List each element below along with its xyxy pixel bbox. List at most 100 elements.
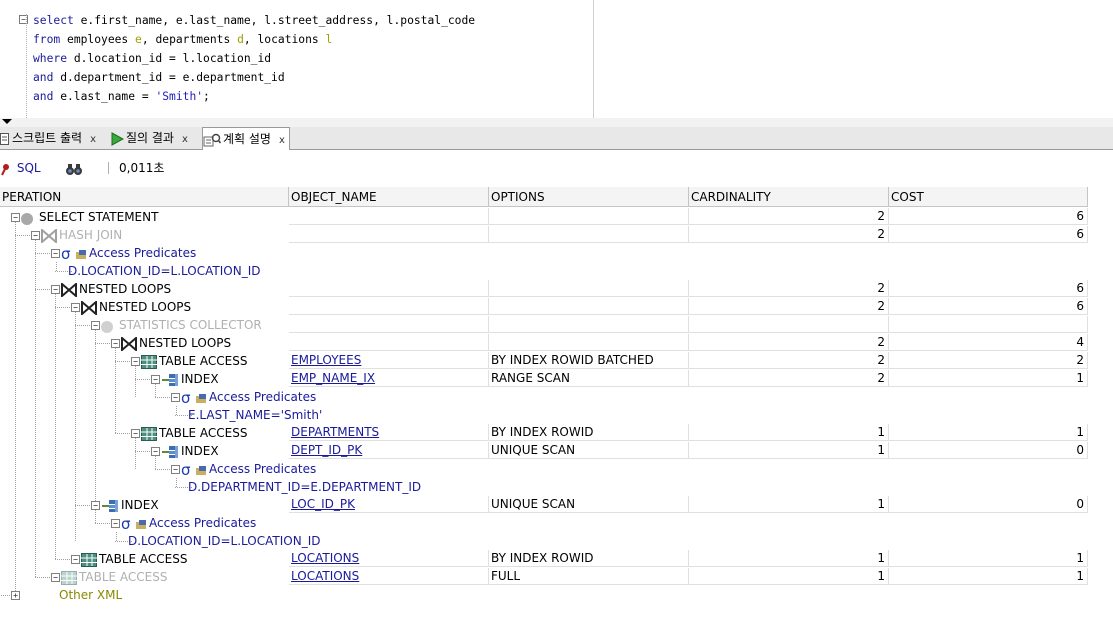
plan-row[interactable]: − TABLE ACCESS [0, 550, 289, 568]
plan-row[interactable]: D.DEPARTMENT_ID=E.DEPARTMENT_ID [0, 478, 421, 496]
collapse-icon[interactable]: − [11, 213, 20, 222]
code-line[interactable]: and e.last_name = 'Smith'; [33, 87, 210, 106]
collapse-icon[interactable]: − [171, 393, 180, 402]
object-link[interactable]: EMPLOYEES [291, 353, 361, 367]
object-link[interactable]: EMP_NAME_IX [291, 371, 375, 385]
collapse-icon[interactable]: − [131, 429, 140, 438]
options-cell [489, 226, 689, 243]
tab-script-output[interactable]: 스크립트 출력 x [0, 127, 96, 149]
code-token: select [33, 14, 74, 27]
plan-row[interactable]: + Other XML [0, 586, 289, 604]
sql-button[interactable]: SQL [0, 150, 41, 186]
collapse-icon[interactable]: − [91, 501, 100, 510]
plan-row[interactable]: − TABLE ACCESS [0, 568, 289, 586]
code-line[interactable]: and d.department_id = e.department_id [33, 68, 285, 87]
collapse-icon[interactable]: − [31, 231, 40, 240]
close-icon[interactable]: x [182, 134, 188, 145]
plan-row[interactable]: − NESTED LOOPS [0, 280, 289, 299]
cardinality-cell: 1 [689, 424, 889, 441]
sql-editor[interactable]: − select e.first_name, e.last_name, l.st… [0, 0, 1113, 118]
object-name-cell[interactable]: LOCATIONS [289, 550, 489, 567]
cardinality-cell: 2 [689, 370, 889, 387]
operation-dot-icon [21, 210, 33, 225]
plan-row[interactable]: − INDEX [0, 496, 289, 514]
plan-row[interactable]: − SELECT STATEMENT [0, 208, 289, 226]
collapse-icon[interactable]: − [71, 555, 80, 564]
explain-plan-grid[interactable]: PERATION OBJECT_NAME OPTIONS CARDINALITY… [0, 187, 1113, 617]
object-name-cell [289, 208, 489, 225]
object-name-cell[interactable]: DEPT_ID_PK [289, 442, 489, 459]
collapse-icon[interactable]: − [51, 249, 60, 258]
collapse-icon[interactable]: − [151, 375, 160, 384]
object-link[interactable]: DEPARTMENTS [291, 425, 379, 439]
plan-row[interactable]: − σ Access Predicates [0, 460, 316, 479]
cost-cell: 0 [889, 496, 1088, 513]
column-header-object-name[interactable]: OBJECT_NAME [289, 187, 489, 207]
cardinality-cell: 1 [689, 568, 889, 585]
expand-icon[interactable]: + [11, 591, 20, 600]
code-token: and [33, 71, 54, 84]
plan-row[interactable]: D.LOCATION_ID=L.LOCATION_ID [0, 262, 289, 280]
plan-row[interactable]: D.LOCATION_ID=L.LOCATION_ID [0, 532, 320, 550]
plan-row[interactable]: − σ Access Predicates [0, 514, 289, 533]
plan-row[interactable]: − TABLE ACCESS [0, 352, 289, 370]
plan-row[interactable]: − TABLE ACCESS [0, 424, 289, 442]
collapse-icon[interactable]: − [131, 357, 140, 366]
object-name-cell [289, 298, 489, 315]
tree-connector [176, 478, 177, 487]
column-header-options[interactable]: OPTIONS [489, 187, 689, 207]
predicate-label: Access Predicates [209, 462, 317, 476]
code-token: l [325, 33, 333, 46]
plan-row[interactable]: − INDEX [0, 442, 289, 460]
object-name-cell[interactable]: EMPLOYEES [289, 352, 489, 369]
operation-label: SELECT STATEMENT [39, 210, 159, 224]
tab-query-result[interactable]: 질의 결과 x [110, 127, 188, 149]
code-line[interactable]: where d.location_id = l.location_id [33, 49, 271, 68]
plan-row[interactable]: − σ Access Predicates [0, 244, 289, 263]
plan-row[interactable]: − NESTED LOOPS [0, 298, 289, 317]
code-line[interactable]: select e.first_name, e.last_name, l.stre… [33, 11, 475, 30]
column-header-cardinality[interactable]: CARDINALITY [689, 187, 889, 207]
plan-row[interactable]: − STATISTICS COLLECTOR [0, 316, 289, 334]
object-link[interactable]: LOCATIONS [291, 569, 359, 583]
tree-connector [135, 451, 152, 452]
plan-row[interactable]: − σ Access Predicates [0, 388, 316, 407]
collapse-arrow-icon[interactable] [2, 119, 12, 124]
object-link[interactable]: DEPT_ID_PK [291, 443, 362, 457]
operation-label: NESTED LOOPS [99, 300, 192, 314]
cost-cell [889, 316, 1088, 333]
object-link[interactable]: LOCATIONS [291, 551, 359, 565]
predicate-label: D.LOCATION_ID=L.LOCATION_ID [128, 534, 321, 548]
cardinality-cell: 2 [689, 298, 889, 315]
column-header-cost[interactable]: COST [889, 187, 1088, 207]
code-token: , departments [141, 33, 238, 46]
collapse-icon[interactable]: − [111, 339, 120, 348]
plan-row[interactable]: − HASH JOIN [0, 226, 289, 245]
collapse-icon[interactable]: − [151, 447, 160, 456]
close-icon[interactable]: x [90, 134, 96, 145]
tab-explain-plan[interactable]: 계획 설명 x [202, 127, 290, 150]
plan-row[interactable]: − INDEX [0, 370, 289, 388]
object-link[interactable]: LOC_ID_PK [291, 497, 355, 511]
object-name-cell[interactable]: LOCATIONS [289, 568, 489, 585]
object-name-cell[interactable]: DEPARTMENTS [289, 424, 489, 441]
cost-cell: 1 [889, 550, 1088, 567]
collapse-icon[interactable]: − [111, 519, 120, 528]
collapse-icon[interactable]: − [51, 285, 60, 294]
object-name-cell[interactable]: EMP_NAME_IX [289, 370, 489, 387]
column-header-operation[interactable]: PERATION [0, 187, 289, 207]
collapse-icon[interactable]: − [91, 321, 100, 330]
code-token: where [33, 52, 68, 65]
plan-row[interactable]: E.LAST_NAME='Smith' [0, 406, 322, 424]
collapse-icon[interactable]: − [171, 465, 180, 474]
object-name-cell[interactable]: LOC_ID_PK [289, 496, 489, 513]
code-token: e [135, 33, 142, 46]
code-token: d.department_id = e.department_id [53, 71, 285, 84]
find-button[interactable] [65, 150, 83, 186]
tree-connector [116, 532, 117, 541]
code-line[interactable]: from employees e, departments d, locatio… [33, 30, 332, 49]
close-icon[interactable]: x [279, 135, 285, 146]
collapse-icon[interactable]: − [51, 573, 60, 582]
collapse-icon[interactable]: − [71, 303, 80, 312]
plan-row[interactable]: − NESTED LOOPS [0, 334, 289, 353]
